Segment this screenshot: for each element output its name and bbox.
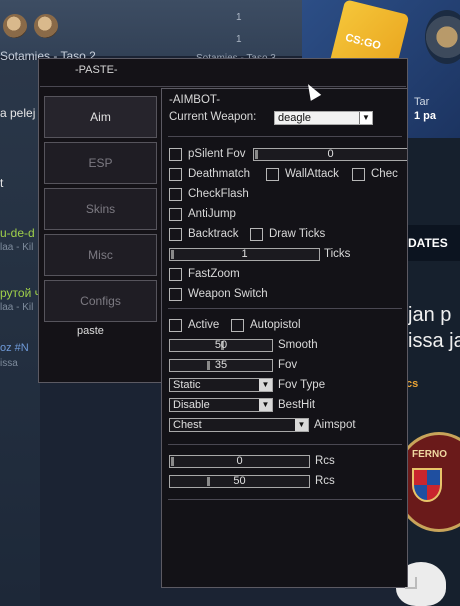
besthit-label: BestHit [278, 399, 316, 411]
wallattack-label: WallAttack [285, 168, 339, 180]
news-author: laa - Kil [0, 302, 34, 313]
slider-value: 35 [214, 359, 228, 371]
besthit-select[interactable]: Disable ▼ [169, 398, 273, 412]
brand-label: paste [77, 325, 104, 337]
deathmatch-checkbox[interactable] [169, 168, 182, 181]
deathmatch-label: Deathmatch [188, 168, 251, 180]
weapon-select[interactable]: deagle ▼ [274, 111, 373, 125]
fovtype-label: Fov Type [278, 379, 326, 391]
news-headline: issa ja [408, 330, 460, 352]
fastzoom-checkbox[interactable] [169, 268, 182, 281]
tab-misc[interactable]: Misc [44, 234, 157, 276]
aimspot-value: Chest [173, 419, 202, 431]
drawticks-checkbox[interactable] [250, 228, 263, 241]
antijump-label: AntiJump [188, 208, 236, 220]
fovtype-select[interactable]: Static ▼ [169, 378, 273, 392]
wallattack-checkbox[interactable] [266, 168, 279, 181]
slider-value: 1 [241, 248, 248, 260]
slider-knob[interactable] [171, 250, 174, 259]
rank-badge-count: 1 [236, 34, 242, 45]
rcs-y-slider[interactable]: 50 [169, 475, 310, 488]
slider-value: 50 [214, 339, 228, 351]
tab-esp[interactable]: ESP [44, 142, 157, 184]
ticks-slider[interactable]: 1 [169, 248, 320, 261]
slider-knob[interactable] [171, 457, 174, 466]
divider [40, 86, 406, 87]
drawticks-label: Draw Ticks [269, 228, 326, 240]
news-author: laa - Kil [0, 242, 34, 253]
slider-value: 0 [236, 455, 243, 467]
chevron-down-icon: ▼ [359, 112, 372, 124]
news-headline: jan p [408, 304, 452, 326]
operation-badge-label: FERNO [412, 449, 447, 460]
menu-title: -PASTE- [75, 64, 118, 76]
tab-configs[interactable]: Configs [44, 280, 157, 322]
ticks-label: Ticks [324, 248, 351, 260]
shield-icon [412, 468, 442, 502]
divider [168, 499, 402, 500]
news-author: issa [0, 358, 18, 369]
checkflash-checkbox[interactable] [169, 188, 182, 201]
resize-handle[interactable] [405, 577, 417, 589]
active-checkbox[interactable] [169, 319, 182, 332]
slider-knob[interactable] [255, 150, 258, 159]
fov-slider[interactable]: 35 [169, 359, 273, 372]
psilent-fov-slider[interactable]: 0 [253, 148, 407, 161]
news-column [0, 60, 40, 606]
aimspot-label: Aimspot [314, 419, 356, 431]
divider [168, 308, 402, 309]
chevron-down-icon: ▼ [259, 399, 272, 411]
psilent-checkbox[interactable] [169, 148, 182, 161]
divider [168, 444, 402, 445]
store-text: 1 pa [414, 110, 437, 122]
news-link[interactable]: oz #N [0, 342, 29, 354]
smooth-label: Smooth [278, 339, 318, 351]
tab-aim[interactable]: Aim [44, 96, 157, 138]
chevron-down-icon: ▼ [295, 419, 308, 431]
news-text: t [0, 176, 4, 190]
avatar[interactable] [3, 14, 27, 38]
chevron-down-icon: ▼ [259, 379, 272, 391]
fastzoom-label: FastZoom [188, 268, 240, 280]
fov-label: Fov [278, 359, 298, 371]
slider-knob[interactable] [207, 477, 210, 486]
store-text: Tar [414, 96, 430, 108]
rcs-label: Rcs [315, 475, 335, 487]
aimbot-panel: -AIMBOT- Current Weapon: deagle ▼ pSilen… [161, 88, 408, 588]
divider [168, 136, 402, 137]
weaponswitch-checkbox[interactable] [169, 288, 182, 301]
backtrack-checkbox[interactable] [169, 228, 182, 241]
section-header: -AIMBOT- [169, 94, 221, 106]
news-text: a pelej [0, 106, 36, 120]
slider-value: 50 [233, 475, 246, 487]
fovtype-value: Static [173, 379, 201, 391]
besthit-value: Disable [173, 399, 210, 411]
autopistol-label: Autopistol [250, 319, 301, 331]
tab-skins[interactable]: Skins [44, 188, 157, 230]
rank-badge-count: 1 [236, 12, 242, 23]
rcs-label: Rcs [315, 455, 335, 467]
slider-knob[interactable] [207, 361, 210, 370]
aimspot-select[interactable]: Chest ▼ [169, 418, 309, 432]
avatar[interactable] [34, 14, 58, 38]
checkflash-label: CheckFlash [188, 188, 249, 200]
weaponswitch-label: Weapon Switch [188, 288, 268, 300]
check-checkbox[interactable] [352, 168, 365, 181]
antijump-checkbox[interactable] [169, 208, 182, 221]
rcs-x-slider[interactable]: 0 [169, 455, 310, 468]
weapon-label: Current Weapon: [169, 111, 257, 123]
autopistol-checkbox[interactable] [231, 319, 244, 332]
slider-value: 0 [327, 148, 334, 160]
weapon-value: deagle [278, 112, 312, 124]
psilent-label: pSilent Fov [188, 148, 246, 160]
news-link[interactable]: u-de-d [0, 226, 35, 240]
news-link[interactable]: рутой ч [0, 286, 41, 300]
active-label: Active [188, 319, 220, 331]
check-label: Chec [371, 168, 398, 180]
backtrack-label: Backtrack [188, 228, 239, 240]
smooth-slider[interactable]: 50 [169, 339, 273, 352]
updates-header: PDATES [400, 225, 460, 261]
